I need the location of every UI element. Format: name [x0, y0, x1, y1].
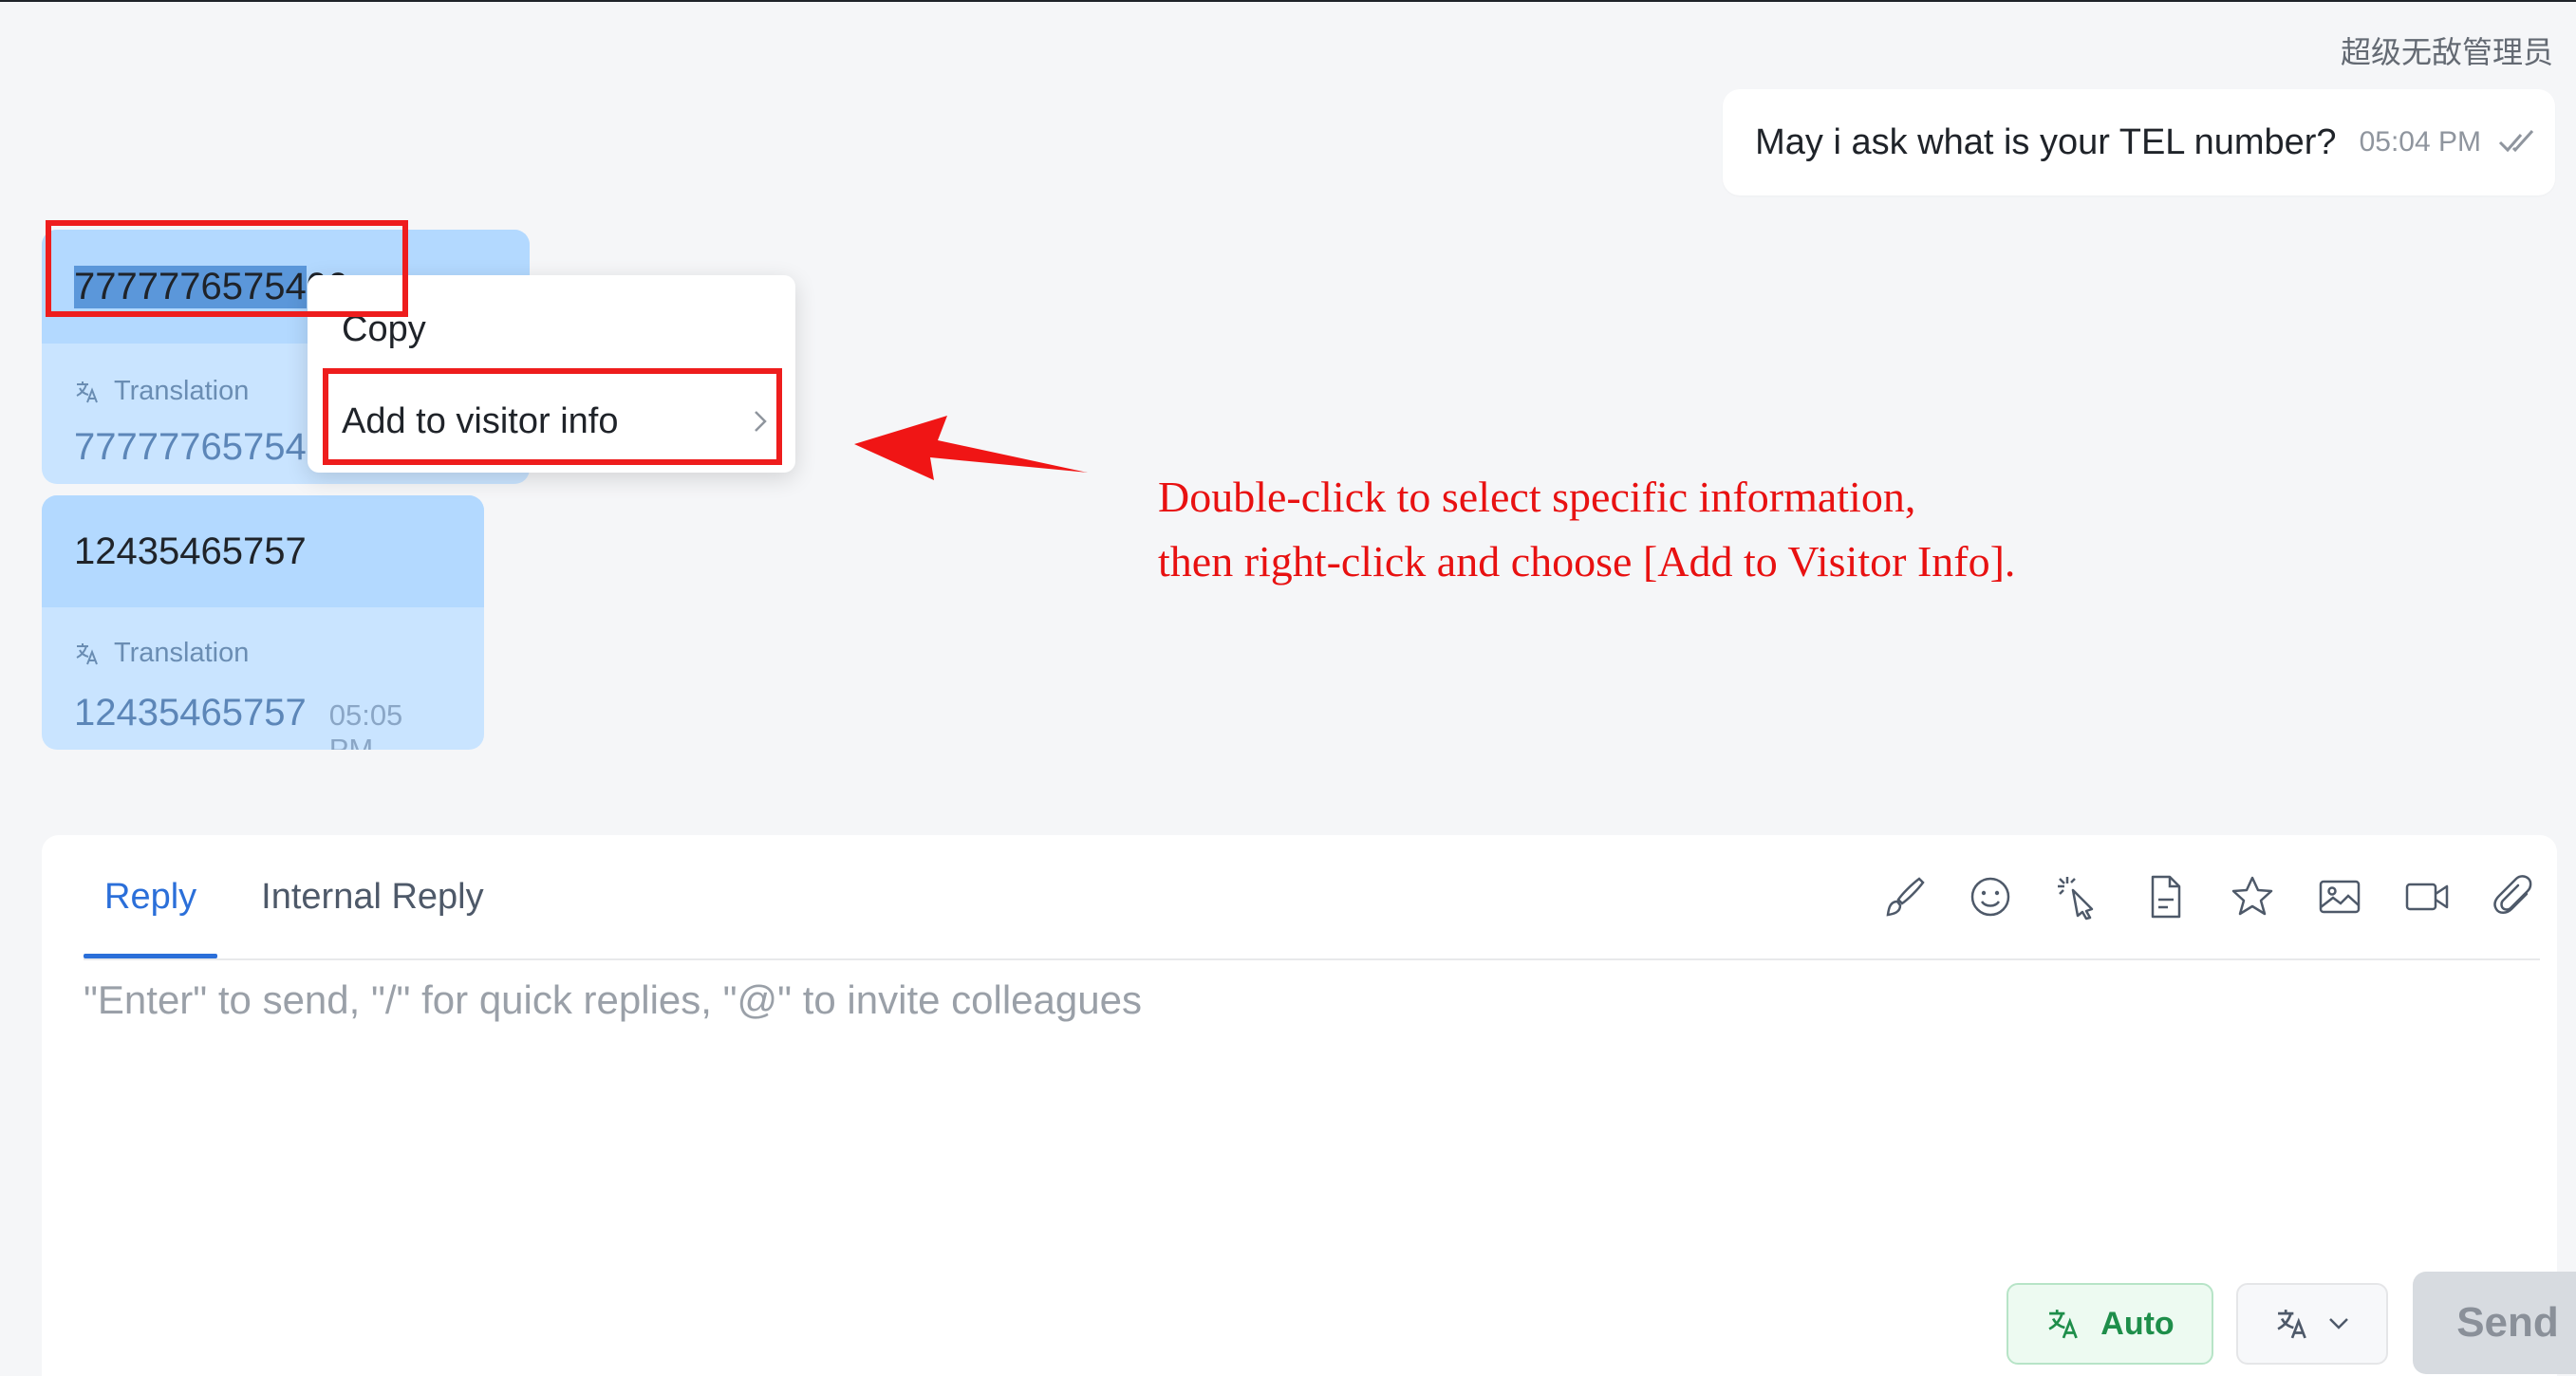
annotation-highlight-number — [46, 220, 408, 317]
agent-message-bubble: May i ask what is your TEL number? 05:04… — [1723, 89, 2555, 195]
annotation-text: Double-click to select specific informat… — [1158, 465, 2015, 594]
star-icon[interactable] — [2227, 871, 2278, 922]
reply-panel: Reply Internal Reply "Enter" to send, "/… — [42, 835, 2576, 1376]
translation-label-text: Translation — [114, 376, 250, 406]
magic-cursor-icon[interactable] — [2052, 871, 2103, 922]
image-icon[interactable] — [2314, 871, 2365, 922]
reply-input[interactable] — [84, 977, 2267, 1167]
translation-value: 12435465757 — [74, 692, 307, 734]
send-button[interactable]: Send — [2413, 1272, 2576, 1374]
agent-message-text: May i ask what is your TEL number? — [1755, 121, 2337, 162]
auto-label: Auto — [2100, 1305, 2175, 1342]
translation-text: 12435465757 05:05 PM — [74, 692, 452, 750]
window-top-border — [0, 0, 2576, 2]
visitor-message-bubble[interactable]: 12435465757 Translation 12435465757 05:0… — [42, 495, 484, 750]
reply-toolbar — [1877, 864, 2540, 930]
video-icon[interactable] — [2401, 871, 2453, 922]
brush-icon[interactable] — [1877, 871, 1929, 922]
translation-label: Translation — [74, 638, 452, 669]
chevron-down-icon — [2329, 1318, 2348, 1330]
translate-icon — [2277, 1310, 2306, 1339]
reply-tabs: Reply Internal Reply — [84, 835, 505, 958]
translate-icon — [76, 642, 98, 664]
attachment-icon[interactable] — [2489, 871, 2540, 922]
visitor-message-original[interactable]: 12435465757 — [42, 495, 484, 607]
tab-divider — [84, 958, 2540, 960]
translate-icon — [2048, 1310, 2079, 1339]
double-check-icon — [2498, 129, 2534, 153]
annotation-line-2: then right-click and choose [Add to Visi… — [1158, 537, 2016, 586]
document-icon[interactable] — [2139, 871, 2191, 922]
language-select-button[interactable] — [2236, 1283, 2388, 1365]
tab-internal-reply[interactable]: Internal Reply — [240, 835, 504, 958]
auto-translate-button[interactable]: Auto — [2007, 1283, 2213, 1365]
visitor-message-translation: Translation 12435465757 05:05 PM — [42, 638, 484, 750]
annotation-highlight-menu-item — [323, 368, 782, 465]
annotation-line-1: Double-click to select specific informat… — [1158, 473, 1916, 521]
emoji-icon[interactable] — [1965, 871, 2016, 922]
visitor-message-time: 05:05 PM — [328, 698, 403, 750]
agent-name: 超级无敌管理员 — [2340, 34, 2553, 70]
translate-icon — [76, 381, 98, 402]
agent-message-time: 05:04 PM — [2359, 126, 2481, 158]
translation-label-text: Translation — [114, 638, 250, 668]
tab-reply[interactable]: Reply — [84, 835, 218, 958]
translation-value: 777777657540 — [74, 426, 327, 468]
annotation-arrow-icon — [854, 416, 1088, 480]
